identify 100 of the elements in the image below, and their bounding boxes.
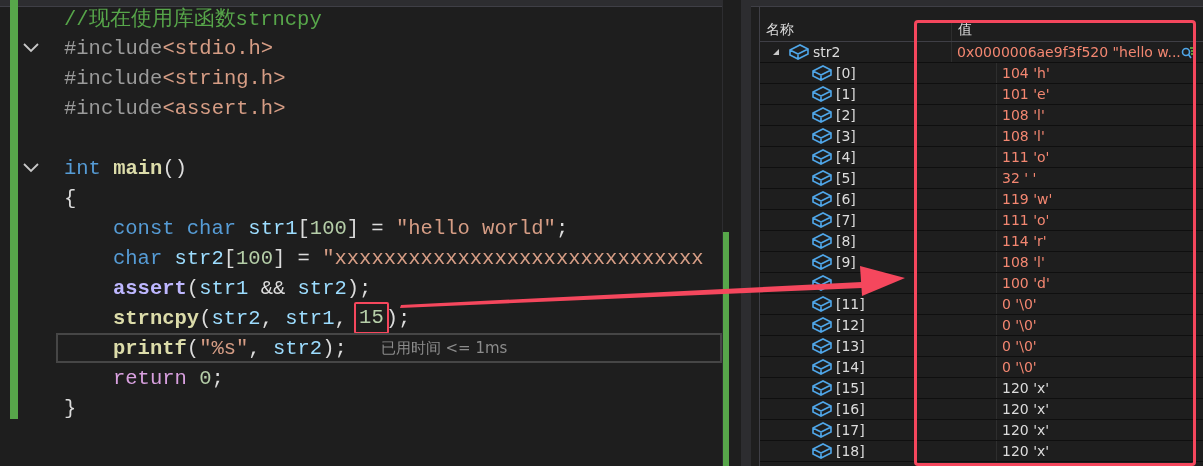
code-token: ] = — [272, 246, 311, 270]
element-index: [4] — [836, 149, 856, 165]
element-value: 120 'x' — [996, 399, 1203, 419]
code-token: <stdio.h> — [162, 36, 274, 60]
element-value: 101 'e' — [996, 84, 1203, 104]
object-icon — [811, 379, 833, 397]
code-token: str2 — [272, 336, 323, 360]
code-token: const — [113, 216, 176, 240]
code-token: [ — [223, 246, 237, 270]
element-index: [17] — [836, 422, 865, 438]
code-token: ; — [555, 216, 569, 240]
element-value: 0 '\0' — [996, 315, 1203, 335]
column-header[interactable]: 名称 — [760, 21, 951, 41]
element-index: [5] — [836, 170, 856, 186]
element-value: 32 ' ' — [996, 168, 1203, 188]
variable-value: 0x0000006ae9f3f520 "hello w... — [951, 42, 1203, 62]
code-token: str1 — [285, 306, 335, 330]
code-token: ] = — [346, 216, 385, 240]
code-token: 100 — [309, 216, 347, 240]
element-index: [7] — [836, 212, 856, 228]
code-token: assert — [113, 276, 187, 300]
code-token: } — [64, 396, 77, 420]
element-value: 119 'w' — [996, 189, 1203, 209]
expand-triangle-icon[interactable] — [772, 48, 782, 56]
element-value: 0 '\0' — [996, 294, 1203, 314]
code-token: 100 — [236, 246, 273, 270]
element-index: [16] — [836, 401, 865, 417]
code-token: #include — [64, 36, 163, 60]
code-token: ( — [199, 306, 212, 330]
code-token: strncpy — [113, 306, 200, 330]
code-token: str1 — [248, 216, 298, 240]
collapse-icon[interactable] — [22, 42, 40, 54]
code-token: int — [64, 156, 102, 180]
collapse-icon[interactable] — [22, 162, 40, 174]
element-index: [9] — [836, 254, 856, 270]
code-token: 0 — [199, 366, 212, 390]
code-token: , — [248, 336, 262, 360]
code-token: printf — [113, 336, 187, 360]
object-icon — [811, 148, 833, 166]
code-token: #include — [64, 96, 163, 120]
code-token: [ — [297, 216, 310, 240]
code-token: ; — [211, 366, 224, 390]
element-value: 120 'x' — [996, 441, 1203, 461]
element-value: 108 'l' — [996, 252, 1203, 272]
element-value: 111 'o' — [996, 147, 1203, 167]
code-token: return — [113, 366, 188, 390]
element-value: 120 'x' — [996, 378, 1203, 398]
code-token: && — [259, 276, 287, 300]
element-value: 0 '\0' — [996, 357, 1203, 377]
element-index: [3] — [836, 128, 856, 144]
object-icon — [811, 232, 833, 250]
code-token: char — [113, 246, 164, 270]
element-index: [11] — [836, 296, 865, 312]
code-token: str1 — [199, 276, 249, 300]
code-token: #include — [64, 66, 163, 90]
code-token: "hello world" — [396, 216, 556, 240]
code-token: //现在使用库函数strncpy — [64, 6, 322, 32]
column-header[interactable]: 值 — [951, 21, 1203, 41]
element-value: 104 'h' — [996, 63, 1203, 83]
element-index: [18] — [836, 443, 865, 459]
elapsed-time-hint: 已用时间 <= 1ms — [380, 338, 508, 358]
object-icon — [811, 400, 833, 418]
object-icon — [811, 211, 833, 229]
code-token: ( — [186, 276, 200, 300]
element-index: [13] — [836, 338, 865, 354]
object-icon — [811, 85, 833, 103]
code-token: ( — [186, 336, 200, 360]
element-index: [15] — [836, 380, 865, 396]
code-token: <assert.h> — [162, 96, 286, 120]
code-token: () — [162, 156, 188, 180]
code-token: str2 — [297, 276, 347, 300]
object-icon — [811, 358, 833, 376]
code-token: str2 — [174, 246, 224, 270]
code-token: , — [334, 306, 348, 330]
element-index: [2] — [836, 107, 856, 123]
element-value: 111 'o' — [996, 210, 1203, 230]
element-index: [0] — [836, 65, 856, 81]
object-icon — [788, 43, 810, 61]
code-token: , — [260, 306, 274, 330]
object-icon — [811, 421, 833, 439]
element-value: 0 '\0' — [996, 336, 1203, 356]
object-icon — [811, 253, 833, 271]
element-index: [1] — [836, 86, 856, 102]
code-token: ); — [322, 336, 347, 360]
object-icon — [811, 106, 833, 124]
object-icon — [811, 127, 833, 145]
object-icon — [811, 64, 833, 82]
object-icon — [811, 190, 833, 208]
code-token: main — [113, 156, 163, 180]
element-value: 120 'x' — [996, 420, 1203, 440]
code-token: { — [64, 186, 77, 210]
element-value: 100 'd' — [996, 273, 1203, 293]
object-icon — [811, 337, 833, 355]
element-value: 108 'l' — [996, 105, 1203, 125]
code-token: <string.h> — [162, 66, 286, 90]
element-index: [14] — [836, 359, 865, 375]
highlighted-number: 15 — [354, 301, 389, 335]
code-token: "xxxxxxxxxxxxxxxxxxxxxxxxxxxxxx — [322, 246, 704, 270]
variable-name: str2 — [813, 44, 841, 60]
object-icon — [811, 316, 833, 334]
